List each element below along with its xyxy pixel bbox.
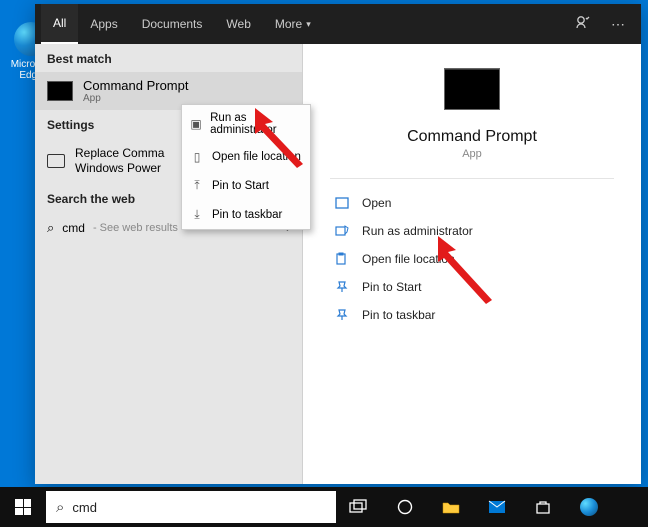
annotation-arrow <box>255 108 325 168</box>
ctx-pin-start[interactable]: ⤒ Pin to Start <box>182 171 310 200</box>
store-icon <box>535 499 551 515</box>
pin-taskbar-icon <box>334 308 350 322</box>
tab-web[interactable]: Web <box>214 4 262 44</box>
tab-all[interactable]: All <box>41 4 78 44</box>
search-header: All Apps Documents Web More ▾ ⋯ <box>35 4 641 44</box>
result-title: Command Prompt <box>83 78 188 93</box>
divider <box>330 178 614 179</box>
search-icon: ⌕ <box>56 499 64 516</box>
folder-icon <box>442 500 460 514</box>
folder-icon: ▯ <box>190 150 204 164</box>
options-icon[interactable]: ⋯ <box>601 16 635 33</box>
search-body: Best match Command Prompt App Settings R… <box>35 44 641 484</box>
search-panel: All Apps Documents Web More ▾ ⋯ Best mat… <box>35 4 641 484</box>
tab-apps[interactable]: Apps <box>78 4 129 44</box>
cmd-icon <box>47 81 73 101</box>
taskbar: ⌕ cmd <box>0 487 648 527</box>
shield-icon <box>334 224 350 238</box>
web-subtitle: - See web results <box>93 222 178 234</box>
action-open[interactable]: Open <box>330 189 614 217</box>
folder-icon <box>334 252 350 266</box>
feedback-icon[interactable] <box>565 15 601 34</box>
annotation-arrow <box>438 236 508 306</box>
pin-icon: ⤒ <box>190 178 204 193</box>
search-icon: ⌕ <box>47 220 54 236</box>
taskbar-app-store[interactable] <box>520 487 566 527</box>
tab-documents[interactable]: Documents <box>130 4 215 44</box>
pin-start-icon <box>334 280 350 294</box>
search-value: cmd <box>72 500 97 515</box>
ctx-pin-taskbar[interactable]: ⤓ Pin to taskbar <box>182 200 310 229</box>
windows-icon <box>15 499 31 515</box>
section-best-match: Best match <box>35 44 302 72</box>
tab-more[interactable]: More ▾ <box>263 4 323 44</box>
taskbar-app-mail[interactable] <box>474 487 520 527</box>
details-subtitle: App <box>462 148 482 160</box>
taskbar-app-explorer[interactable] <box>428 487 474 527</box>
mail-icon <box>488 500 506 514</box>
edge-icon <box>580 498 598 516</box>
cortana-button[interactable] <box>382 487 428 527</box>
pin-icon: ⤓ <box>190 207 204 222</box>
taskbar-search[interactable]: ⌕ cmd <box>46 491 336 523</box>
result-subtitle: App <box>83 93 188 104</box>
details-icon <box>444 68 500 110</box>
monitor-icon <box>47 154 65 168</box>
taskbar-app-edge[interactable] <box>566 487 612 527</box>
task-view-button[interactable] <box>336 487 382 527</box>
open-icon <box>334 196 350 210</box>
details-title: Command Prompt <box>407 128 537 146</box>
shield-icon: ▣ <box>190 117 202 131</box>
settings-item-label: Replace Comma Windows Power <box>75 146 164 176</box>
start-button[interactable] <box>0 487 46 527</box>
chevron-down-icon: ▾ <box>306 19 311 30</box>
cortana-icon <box>397 499 413 515</box>
web-query: cmd <box>62 221 85 235</box>
task-view-icon <box>350 500 368 514</box>
